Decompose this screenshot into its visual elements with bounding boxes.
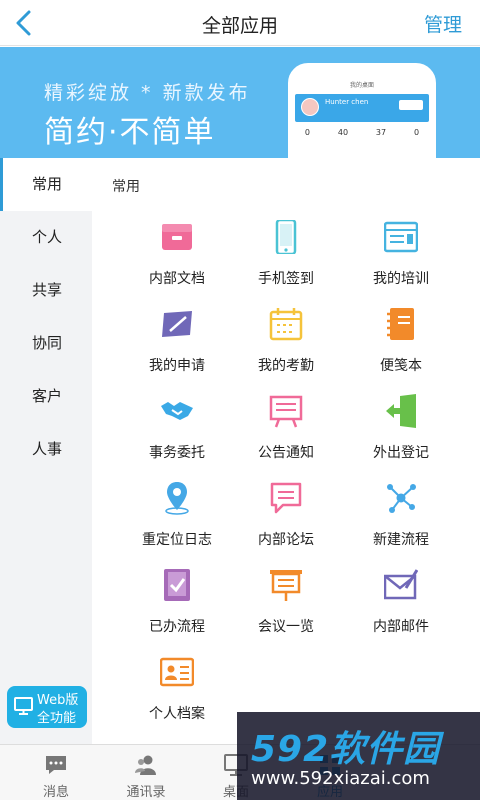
app-label: 我的培训 xyxy=(373,271,429,287)
phone-screen-title: 我的桌面 xyxy=(349,82,374,89)
web-button-sublabel: 全功能 xyxy=(37,711,77,726)
app-label: 重定位日志 xyxy=(142,532,212,548)
pen-sign-icon xyxy=(162,311,192,337)
app-label: 手机签到 xyxy=(258,271,314,287)
forum-bubble-icon xyxy=(270,482,302,514)
page-title: 全部应用 xyxy=(201,15,278,37)
exit-door-icon xyxy=(386,394,416,428)
contacts-icon xyxy=(135,755,156,775)
app-relocation-log[interactable]: 重定位日志 xyxy=(119,481,235,567)
sidebar-item-collaboration[interactable]: 协同 xyxy=(0,317,92,370)
web-version-button[interactable]: Web版 全功能 xyxy=(7,686,87,728)
calendar-icon xyxy=(269,308,303,341)
handshake-icon xyxy=(161,402,193,420)
app-delegation[interactable]: 事务委托 xyxy=(119,394,235,480)
app-completed-workflows[interactable]: 已办流程 xyxy=(119,568,235,654)
sidebar-item-hr[interactable]: 人事 xyxy=(0,423,92,476)
sidebar-item-customer[interactable]: 客户 xyxy=(0,370,92,423)
promo-banner[interactable]: 精彩绽放 * 新款发布 简约·不简单 我的桌面 Hunter chen 0 40… xyxy=(0,47,480,158)
mobile-phone-icon xyxy=(275,220,297,254)
app-label: 外出登记 xyxy=(373,445,429,461)
app-my-applications[interactable]: 我的申请 xyxy=(119,307,235,393)
app-internal-forum[interactable]: 内部论坛 xyxy=(228,481,344,567)
mail-pen-icon xyxy=(384,569,418,600)
banner-slogan: 简约·不简单 xyxy=(44,115,216,150)
section-title: 常用 xyxy=(112,179,140,195)
app-personal-file[interactable]: 个人档案 xyxy=(119,655,235,741)
meeting-board-icon xyxy=(270,570,302,601)
phone-user-name: Hunter chen xyxy=(325,98,369,106)
phone-status-bar xyxy=(291,66,433,80)
sidebar-item-common[interactable]: 常用 xyxy=(0,158,92,211)
phone-stats: 0 40 37 0 xyxy=(291,128,433,137)
app-label: 我的考勤 xyxy=(258,358,314,374)
app-grid-panel: 常用 内部文档 手机签到 我的培训 我的申请 我的考勤 便笺本 事务委托 公告通… xyxy=(92,158,480,744)
app-label: 新建流程 xyxy=(373,532,429,548)
phone-profile-card: Hunter chen xyxy=(295,94,429,122)
manage-button[interactable]: 管理 xyxy=(424,10,462,37)
app-new-workflow[interactable]: 新建流程 xyxy=(343,481,459,567)
app-label: 我的申请 xyxy=(149,358,205,374)
app-my-training[interactable]: 我的培训 xyxy=(343,220,459,306)
tab-label: 消息 xyxy=(42,785,69,800)
profile-card-icon xyxy=(160,657,194,687)
watermark-url: www.592xiazai.com xyxy=(251,768,430,789)
app-my-attendance[interactable]: 我的考勤 xyxy=(228,307,344,393)
app-label: 事务委托 xyxy=(149,445,205,461)
app-internal-docs[interactable]: 内部文档 xyxy=(119,220,235,306)
watermark-logo: 592软件园 xyxy=(251,729,441,770)
archive-box-icon xyxy=(162,224,192,250)
app-outing-register[interactable]: 外出登记 xyxy=(343,394,459,480)
phone-stat: 0 xyxy=(304,128,311,137)
app-label: 会议一览 xyxy=(258,619,314,635)
avatar xyxy=(301,98,319,116)
training-window-icon xyxy=(384,221,418,253)
app-mobile-checkin[interactable]: 手机签到 xyxy=(228,220,344,306)
flow-network-icon xyxy=(387,484,416,513)
app-announcements[interactable]: 公告通知 xyxy=(228,394,344,480)
app-label: 内部文档 xyxy=(149,271,205,287)
sidebar-item-shared[interactable]: 共享 xyxy=(0,264,92,317)
banner-tagline: 精彩绽放 * 新款发布 xyxy=(44,82,251,104)
phone-stat: 37 xyxy=(375,128,387,137)
tab-messages[interactable]: 消息 xyxy=(8,745,104,800)
app-label: 内部邮件 xyxy=(373,619,429,635)
app-notepad[interactable]: 便笺本 xyxy=(343,307,459,393)
app-label: 便笺本 xyxy=(380,358,422,374)
phone-card-button xyxy=(399,100,423,110)
header-bar: 全部应用 管理 xyxy=(0,0,480,46)
done-book-icon xyxy=(164,569,190,601)
notebook-icon xyxy=(387,308,414,340)
location-pin-icon xyxy=(165,482,189,515)
app-internal-mail[interactable]: 内部邮件 xyxy=(343,568,459,654)
site-watermark: 592软件园 www.592xiazai.com xyxy=(237,712,480,800)
phone-stat: 0 xyxy=(413,128,420,137)
app-label: 已办流程 xyxy=(149,619,205,635)
phone-mockup: 我的桌面 Hunter chen 0 40 37 0 xyxy=(288,63,436,158)
tab-label: 通讯录 xyxy=(126,785,166,800)
chat-bubble-icon xyxy=(46,756,66,774)
app-label: 个人档案 xyxy=(149,706,205,722)
monitor-icon xyxy=(14,697,33,715)
web-button-label: Web版 xyxy=(37,693,79,708)
category-sidebar: 常用 个人 共享 协同 客户 人事 xyxy=(0,158,92,744)
app-label: 公告通知 xyxy=(258,445,314,461)
app-meeting-overview[interactable]: 会议一览 xyxy=(228,568,344,654)
notice-board-icon xyxy=(269,395,303,428)
phone-stat: 40 xyxy=(337,128,349,137)
sidebar-item-personal[interactable]: 个人 xyxy=(0,211,92,264)
tab-contacts[interactable]: 通讯录 xyxy=(98,745,194,800)
app-label: 内部论坛 xyxy=(258,532,314,548)
